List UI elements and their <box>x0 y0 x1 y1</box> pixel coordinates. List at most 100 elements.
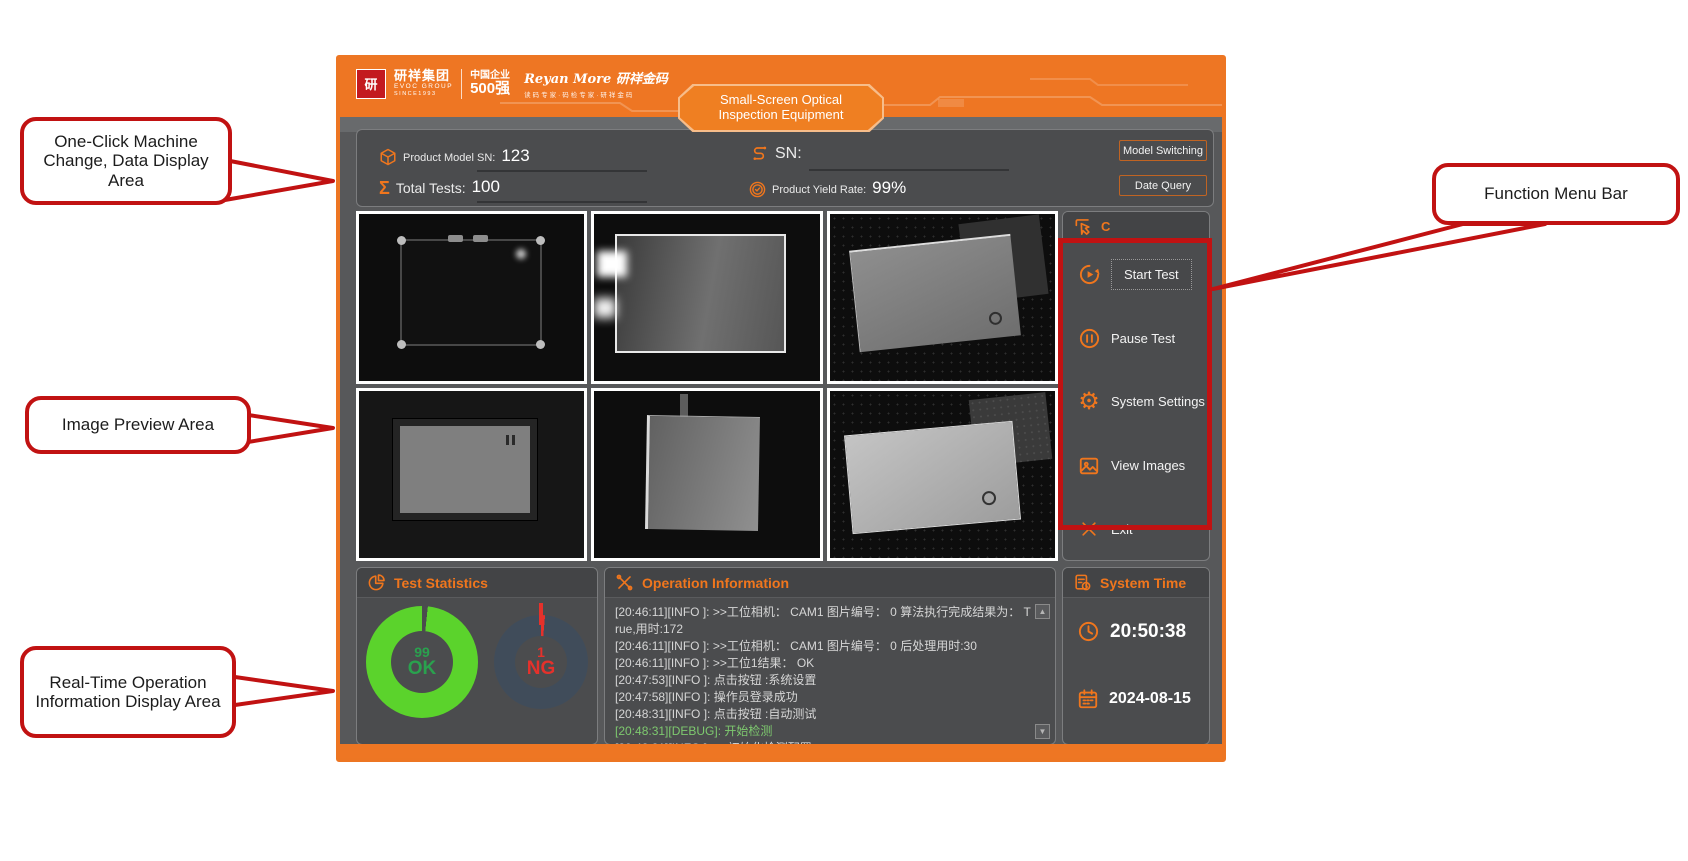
callout-log-area-label: Real-Time Operation Information Display … <box>34 673 222 711</box>
operation-information-header: Operation Information <box>605 568 1055 598</box>
camera-image-1[interactable] <box>356 211 587 384</box>
pie-chart-icon <box>367 573 386 592</box>
operation-information-title: Operation Information <box>642 575 789 591</box>
current-time-value: 20:50:38 <box>1110 621 1186 643</box>
panel-frame-shape <box>645 415 760 530</box>
panel-frame-shape <box>393 419 537 519</box>
glare-highlight <box>597 251 627 277</box>
system-settings-icon: ⚙ <box>1077 390 1101 414</box>
menu-item-view-images[interactable]: View Images <box>1063 447 1209 485</box>
logo-en-text: EVOC GROUP <box>394 84 453 91</box>
yield-rate-field: Product Yield Rate: 99% <box>749 178 906 198</box>
menu-item-exit[interactable]: Exit <box>1063 510 1209 548</box>
log-line: [20:46:11][INFO ]: >>工位相机： CAM1 图片编号： 0 … <box>615 638 1031 655</box>
camera-image-2[interactable] <box>591 211 822 384</box>
start-test-icon <box>1077 263 1101 287</box>
calendar-icon <box>1077 688 1099 710</box>
log-line: [20:47:53][INFO ]: 点击按钮 :系统设置 <box>615 672 1031 689</box>
test-statistics-header: Test Statistics <box>357 568 597 598</box>
scroll-down-button[interactable]: ▼ <box>1035 724 1050 739</box>
app-title-line1: Small-Screen Optical <box>720 93 842 108</box>
menu-item-pause-test[interactable]: Pause Test <box>1063 319 1209 357</box>
brand-logo-row: 研 研祥集团 EVOC GROUP SINCE1993 中国企业 500强 Re… <box>356 68 668 99</box>
pause-test-icon <box>1077 326 1101 350</box>
screenshot-stage: One-Click Machine Change, Data Display A… <box>0 0 1688 861</box>
brand-slogan-text: 读码专家·码检专家·研祥金码 <box>524 89 668 99</box>
system-time-header: System Time <box>1063 568 1209 598</box>
camera-image-6[interactable] <box>827 388 1058 561</box>
callout-image-preview-label: Image Preview Area <box>62 415 214 434</box>
camera-image-3[interactable] <box>827 211 1058 384</box>
image-preview-grid <box>356 211 1058 561</box>
logo-cn-text: 研祥集团 <box>394 69 453 83</box>
system-settings-label: System Settings <box>1111 394 1205 409</box>
panel-frame-shape <box>615 234 786 353</box>
system-time-title: System Time <box>1100 575 1186 591</box>
app-footer-band <box>340 744 1222 758</box>
model-switching-button[interactable]: Model Switching <box>1119 140 1207 161</box>
log-body[interactable]: [20:46:11][INFO ]: >>工位相机： CAM1 图片编号： 0 … <box>605 599 1055 744</box>
crossed-tools-icon <box>615 573 634 592</box>
databar-panel: Product Model SN: 123 Σ Total Tests: 100… <box>356 129 1214 207</box>
evoc-logo: 研 <box>356 69 386 99</box>
glare-highlight <box>594 298 616 318</box>
serial-link-icon <box>749 143 769 163</box>
panel-frame-shape <box>844 421 1021 534</box>
callout-image-preview: Image Preview Area <box>25 396 251 454</box>
panel-frame-shape <box>400 239 542 346</box>
ok-count: 99 <box>408 645 437 660</box>
log-line-debug: [20:48:31][DEBUG]: 开始检测 <box>615 723 1031 740</box>
sn-label: SN: <box>775 145 802 163</box>
document-clock-icon <box>1073 573 1092 592</box>
menu-item-start-test[interactable]: Start Test <box>1063 256 1209 294</box>
panel-frame-shape <box>850 234 1022 352</box>
camera-image-5[interactable] <box>591 388 822 561</box>
total-tests-field: Σ Total Tests: 100 <box>379 177 500 197</box>
app-header: 研 研祥集团 EVOC GROUP SINCE1993 中国企业 500强 Re… <box>340 59 1222 117</box>
camera-image-4[interactable] <box>356 388 587 561</box>
ok-label: OK <box>408 659 437 679</box>
log-line: [20:46:11][INFO ]: >>工位1结果： OK <box>615 655 1031 672</box>
menu-item-system-settings[interactable]: ⚙ System Settings <box>1063 383 1209 421</box>
exit-label: Exit <box>1111 522 1133 537</box>
clock-icon <box>1077 620 1100 643</box>
date-query-button[interactable]: Date Query <box>1119 175 1207 196</box>
callout-databar: One-Click Machine Change, Data Display A… <box>20 117 232 205</box>
ng-count: 1 <box>527 645 556 660</box>
app-window: 研 研祥集团 EVOC GROUP SINCE1993 中国企业 500强 Re… <box>336 55 1226 762</box>
app-title-line2: Inspection Equipment <box>718 108 843 123</box>
pause-test-label: Pause Test <box>1111 331 1175 346</box>
function-menu-header: C <box>1063 212 1209 242</box>
test-statistics-panel: Test Statistics 99 OK 1 NG <box>356 567 598 745</box>
view-images-icon <box>1077 454 1101 478</box>
callout-databar-label: One-Click Machine Change, Data Display A… <box>34 132 218 189</box>
total-tests-underline <box>477 201 647 203</box>
scroll-up-button[interactable]: ▲ <box>1035 604 1050 619</box>
start-test-label: Start Test <box>1111 259 1192 290</box>
product-model-value: 123 <box>501 146 529 166</box>
exit-icon <box>1077 517 1101 541</box>
log-line: [20:47:58][INFO ]: 操作员登录成功 <box>615 689 1031 706</box>
current-time-row: 20:50:38 <box>1077 620 1186 643</box>
function-menu-header-label: C <box>1101 219 1110 234</box>
yield-rate-label: Product Yield Rate: <box>772 184 866 198</box>
donut-chart-row: 99 OK 1 NG <box>357 606 597 718</box>
total-tests-label: Total Tests: <box>396 180 466 197</box>
logo-divider <box>461 69 462 99</box>
total-tests-value: 100 <box>472 177 500 197</box>
ng-donut-chart: 1 NG <box>494 615 588 709</box>
ng-label: NG <box>527 659 556 679</box>
sn-field: SN: <box>749 143 808 163</box>
product-model-field: Product Model SN: 123 <box>379 146 530 166</box>
log-line: [20:48:31][INFO ]: 点击按钮 :自动测试 <box>615 706 1031 723</box>
script-brand-text: Reyan More 研祥金码 <box>524 68 668 87</box>
current-date-value: 2024-08-15 <box>1109 690 1191 708</box>
sn-underline <box>809 169 1009 171</box>
ng-tick-mark <box>539 603 543 625</box>
callout-log-area: Real-Time Operation Information Display … <box>20 646 236 738</box>
app-title-badge: Small-Screen Optical Inspection Equipmen… <box>678 84 884 132</box>
check-circle-icon <box>749 181 766 198</box>
test-statistics-title: Test Statistics <box>394 575 488 591</box>
callout-function-menu-label: Function Menu Bar <box>1484 184 1628 203</box>
logo-since-text: SINCE1993 <box>394 92 453 98</box>
